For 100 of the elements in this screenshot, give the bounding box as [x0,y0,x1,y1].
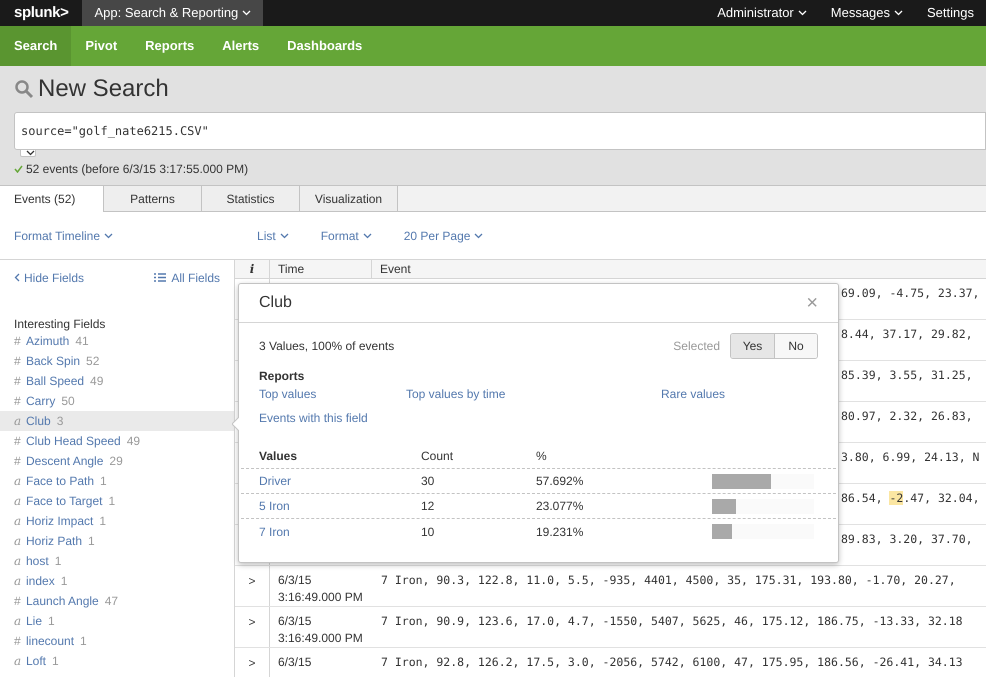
field-type-icon: a [14,472,21,490]
event-text: 3.80, 6.99, 24.13, N [841,450,980,464]
search-icon [14,79,34,99]
value-count: 10 [421,524,436,540]
top-menu[interactable]: Settings [915,3,986,23]
field-type-icon: # [14,352,21,370]
field-name: Launch Angle [26,593,99,610]
value-count: 30 [421,473,436,490]
report-link[interactable]: Top values by time [406,385,506,403]
check-icon [14,165,23,173]
field-count: 49 [90,373,104,390]
field-item[interactable]: # Ball Speed 49 [0,371,234,391]
field-item[interactable]: # linecount 1 [0,631,234,651]
field-item[interactable]: a Horiz Impact 1 [0,511,234,531]
field-name: Ball Speed [26,373,84,390]
field-item[interactable]: a Horiz Path 1 [0,531,234,551]
selected-label: Selected [673,338,720,355]
field-item[interactable]: a Lie 1 [0,611,234,631]
field-name: index [26,573,55,590]
chevron-down-icon [26,150,34,156]
result-tab[interactable]: Events (52) [0,186,104,212]
field-type-icon: # [14,632,21,650]
field-name: Azimuth [26,333,70,350]
values-column-header: Count [421,448,454,465]
field-type-icon: # [14,592,21,610]
field-item[interactable]: a Club 3 [0,411,234,431]
event-text: 69.09, -4.75, 23.37, [841,286,980,300]
result-tab[interactable]: Statistics [202,186,300,212]
close-button[interactable]: × [806,293,818,313]
field-type-icon: a [14,532,21,550]
field-item[interactable]: # Club Head Speed 49 [0,431,234,451]
field-item[interactable]: a Loft 1 [0,651,234,671]
splunk-logo[interactable]: splunk> [0,2,82,24]
value-percent: 23.077% [536,498,584,515]
report-link[interactable]: Top values [259,385,316,403]
field-item[interactable]: # Back Spin 52 [0,351,234,371]
event-time: 3:16:49.000 PM [278,589,363,606]
toolbar-menu[interactable]: Format [320,226,372,244]
field-count: 1 [48,613,55,630]
all-fields-link[interactable]: All Fields [154,268,220,286]
nav-tab[interactable]: Alerts [208,26,274,66]
expand-arrow[interactable]: > [248,613,256,629]
top-menu[interactable]: Administrator [705,3,819,23]
toggle-button[interactable]: Yes [731,334,774,358]
field-type-icon: a [14,412,21,430]
event-text: 85.39, 3.55, 31.25, [841,368,973,382]
expand-arrow[interactable]: > [248,572,256,588]
field-count: 3 [56,413,64,430]
field-item[interactable]: a index 1 [0,571,234,591]
event-text: 7 Iron, 90.3, 122.8, 11.0, 5.5, -935, 4401, 4500, 35, 175.31, 193.80, -1.70, 20.27, [381,573,956,587]
field-item[interactable]: # Azimuth 41 [0,331,234,351]
field-item[interactable]: # Carry 50 [0,391,234,411]
event-date: 6/3/15 [278,613,312,630]
popup-title: Club [259,293,292,313]
field-count: 1 [88,533,95,550]
list-icon [154,273,166,282]
field-name: host [26,553,49,570]
search-field[interactable]: source="golf_nate6215.CSV" [14,112,986,150]
toggle-button[interactable]: No [774,334,817,358]
field-name: linecount [26,633,74,650]
values-column-header: Values [259,448,298,465]
toolbar-menu[interactable]: List [257,226,289,244]
field-count: 1 [100,473,107,490]
field-count: 1 [54,553,62,570]
chevron-down-icon [894,10,904,16]
field-name: Face to Path [26,473,94,490]
report-link[interactable]: Events with this field [259,409,368,427]
report-link[interactable]: Rare values [661,385,726,403]
format-timeline-menu[interactable]: Format Timeline [14,226,114,244]
field-name: Back Spin [26,353,80,370]
expand-arrow[interactable]: > [248,654,256,670]
field-type-icon: # [14,432,21,450]
field-item[interactable]: # Launch Angle 47 [0,591,234,611]
field-item[interactable]: a Face to Path 1 [0,471,234,491]
value-link[interactable]: Driver [259,472,291,490]
chevron-down-icon [798,10,807,16]
nav-tab[interactable]: Pivot [71,26,132,66]
result-tab[interactable]: Visualization [300,186,398,212]
value-percent: 19.231% [536,524,584,540]
app-menu[interactable]: App: Search & Reporting [82,0,264,26]
field-count: 1 [99,513,106,530]
expand-handle[interactable] [20,150,36,157]
result-tab[interactable]: Patterns [104,186,202,212]
toolbar-menu[interactable]: 20 Per Page [404,226,484,244]
value-link[interactable]: 5 Iron [259,497,290,515]
chevron-down-icon [474,232,484,238]
nav-tab[interactable]: Dashboards [273,26,376,66]
top-menu[interactable]: Messages [818,3,916,23]
field-item[interactable]: a Face to Target 1 [0,491,234,511]
values-column-header: % [536,448,548,465]
field-type-icon: a [14,652,21,670]
event-date: 6/3/15 [278,654,312,671]
nav-tab[interactable]: Search [0,26,72,66]
value-link[interactable]: 7 Iron [259,522,290,540]
field-type-icon: a [14,572,21,590]
field-item[interactable]: # Descent Angle 29 [0,451,234,471]
nav-tab[interactable]: Reports [131,26,208,66]
hide-fields-link[interactable]: Hide Fields [14,268,84,286]
value-percent: 57.692% [536,473,584,490]
field-item[interactable]: a host 1 [0,551,234,571]
